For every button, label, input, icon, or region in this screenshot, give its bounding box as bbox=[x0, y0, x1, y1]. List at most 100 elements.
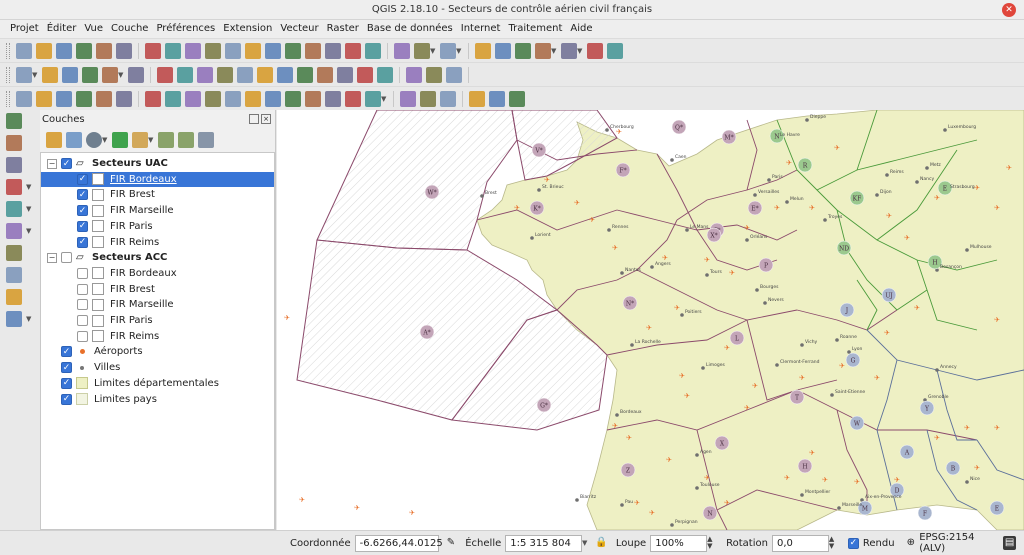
merge-features-button[interactable] bbox=[325, 90, 341, 107]
add-group-button[interactable] bbox=[66, 132, 82, 148]
menu-extension[interactable]: Extension bbox=[219, 20, 276, 38]
layer-visibility-checkbox[interactable] bbox=[77, 330, 88, 342]
add-wms-button[interactable]: ▼ bbox=[0, 198, 40, 220]
layer-row-acc-paris[interactable]: FIR Paris bbox=[41, 313, 274, 328]
chevron-down-icon[interactable]: ▼ bbox=[381, 95, 389, 103]
menu-base-de-donnees[interactable]: Base de données bbox=[363, 20, 457, 38]
chevron-down-icon[interactable]: ▼ bbox=[26, 205, 34, 213]
close-window-button[interactable]: ✕ bbox=[1002, 3, 1016, 17]
refresh-button[interactable] bbox=[365, 42, 381, 59]
layer-row-acc-reims[interactable]: FIR Reims bbox=[41, 329, 274, 344]
chevron-down-icon[interactable]: ▼ bbox=[102, 136, 110, 144]
map-canvas[interactable]: ✈ ✈ ✈ ✈ ✈ ✈ ✈ ✈ ✈ ✈ ✈ ✈ ✈ ✈ ✈ ✈ ✈ ✈ ✈ ✈ ✈ ✈ ✈ ✈ ✈ ✈ ✈ ✈ ✈ ✈ ✈ ✈ ✈ ✈ ✈ ✈ ✈ ✈ ✈ ✈… bbox=[277, 110, 1024, 530]
layer-row-aeroports[interactable]: ✓ Aéroports bbox=[41, 344, 274, 359]
layer-visibility-checkbox[interactable]: ✓ bbox=[77, 189, 88, 201]
zoom-next-button[interactable] bbox=[305, 42, 321, 59]
menu-editer[interactable]: Éditer bbox=[43, 20, 81, 38]
layer-visibility-checkbox[interactable]: ✓ bbox=[61, 393, 72, 405]
layer-styling-button[interactable] bbox=[46, 132, 62, 148]
collapse-all-button[interactable] bbox=[178, 132, 194, 148]
close-panel-button[interactable]: × bbox=[261, 114, 271, 124]
zoom-last-button[interactable] bbox=[285, 42, 301, 59]
lock-scale-icon[interactable]: 🔒 bbox=[595, 536, 608, 550]
menu-raster[interactable]: Raster bbox=[323, 20, 363, 38]
layer-row-villes[interactable]: ✓ Villes bbox=[41, 360, 274, 375]
expand-toggle-icon[interactable]: − bbox=[47, 252, 57, 263]
chevron-down-icon[interactable]: ▼ bbox=[148, 136, 156, 144]
save-as-button[interactable] bbox=[76, 42, 92, 59]
zoom-to-layer-button[interactable] bbox=[265, 42, 281, 59]
paste-features-button[interactable] bbox=[217, 66, 233, 83]
change-label-button[interactable] bbox=[377, 66, 393, 83]
expand-all-button[interactable] bbox=[158, 132, 174, 148]
chevron-down-icon[interactable]: ▼ bbox=[26, 227, 34, 235]
label-button[interactable] bbox=[237, 66, 253, 83]
node-tool-button[interactable] bbox=[128, 66, 144, 83]
align-bottom-button[interactable] bbox=[469, 90, 485, 107]
diagram-button[interactable] bbox=[257, 66, 273, 83]
chevron-down-icon[interactable]: ▼ bbox=[551, 47, 559, 55]
new-layer-button[interactable] bbox=[0, 286, 40, 308]
menu-preferences[interactable]: Préférences bbox=[152, 20, 219, 38]
layer-visibility-checkbox[interactable]: ✓ bbox=[77, 173, 88, 185]
move-feature-button[interactable] bbox=[102, 66, 118, 83]
scale-field[interactable]: 1:5 315 804 bbox=[505, 534, 582, 552]
offset-curve-button[interactable] bbox=[265, 90, 281, 107]
cut-features-button[interactable] bbox=[177, 66, 193, 83]
show-labels-button[interactable] bbox=[317, 66, 333, 83]
crs-status[interactable]: EPSG:2154 (ALV) bbox=[919, 532, 995, 554]
annotation-button[interactable] bbox=[561, 42, 577, 59]
layer-visibility-checkbox[interactable] bbox=[61, 252, 72, 264]
menu-vue[interactable]: Vue bbox=[80, 20, 107, 38]
add-delimited-text-button[interactable] bbox=[0, 242, 40, 264]
add-raster-button[interactable] bbox=[0, 132, 40, 154]
new-shapefile-button[interactable]: ▼ bbox=[0, 308, 40, 330]
bookmarks-button[interactable] bbox=[345, 42, 361, 59]
add-part-button[interactable] bbox=[165, 90, 181, 107]
add-wfs-button[interactable]: ▼ bbox=[0, 220, 40, 242]
rotate-label-button[interactable] bbox=[357, 66, 373, 83]
toolbar-handle[interactable] bbox=[6, 90, 10, 107]
split-parts-button[interactable] bbox=[305, 90, 321, 107]
scale-chevron-down-icon[interactable]: ▼ bbox=[582, 539, 589, 547]
chevron-down-icon[interactable]: ▼ bbox=[118, 71, 126, 79]
identify-button[interactable] bbox=[394, 42, 410, 59]
layer-visibility-checkbox[interactable] bbox=[77, 315, 88, 326]
chevron-down-icon[interactable]: ▼ bbox=[456, 47, 464, 55]
add-virtual-layer-button[interactable] bbox=[0, 264, 40, 286]
coordinate-field[interactable]: -6.6266,44.0125 bbox=[354, 534, 443, 552]
pan-to-selection-button[interactable] bbox=[165, 42, 181, 59]
attribute-table-button[interactable] bbox=[475, 42, 491, 59]
rotate-feature-button[interactable] bbox=[96, 90, 112, 107]
add-feature-button[interactable] bbox=[82, 66, 98, 83]
layer-row-uac-reims[interactable]: ✓ FIR Reims bbox=[41, 235, 274, 250]
float-panel-button[interactable] bbox=[249, 114, 259, 124]
layer-row-uac-paris[interactable]: ✓ FIR Paris bbox=[41, 219, 274, 234]
layer-row-uac-brest[interactable]: ✓ FIR Brest bbox=[41, 187, 274, 202]
layer-row-acc[interactable]: − ▱ Secteurs ACC bbox=[41, 250, 274, 265]
select-features-button[interactable] bbox=[414, 42, 430, 59]
distribute-button[interactable] bbox=[489, 90, 505, 107]
simplify-feature-button[interactable] bbox=[116, 90, 132, 107]
add-spatialite-button[interactable] bbox=[0, 154, 40, 176]
messages-icon[interactable]: ▤ bbox=[1003, 536, 1016, 550]
delete-selected-button[interactable] bbox=[157, 66, 173, 83]
layer-visibility-checkbox[interactable]: ✓ bbox=[61, 362, 72, 374]
zoom-spinner-icon[interactable]: ▲ ▼ bbox=[707, 536, 716, 550]
rotation-field[interactable]: 0,0 bbox=[771, 534, 829, 552]
filter-legend-button[interactable] bbox=[112, 132, 128, 148]
menu-vecteur[interactable]: Vecteur bbox=[276, 20, 322, 38]
fill-ring-button[interactable] bbox=[185, 90, 201, 107]
save-edits-button[interactable] bbox=[62, 66, 78, 83]
chevron-down-icon[interactable]: ▼ bbox=[577, 47, 585, 55]
menu-internet[interactable]: Internet bbox=[457, 20, 505, 38]
new-print-composer-button[interactable] bbox=[96, 42, 112, 59]
manage-visibility-button[interactable] bbox=[86, 132, 102, 148]
remove-layer-button[interactable] bbox=[198, 132, 214, 148]
chevron-down-icon[interactable]: ▼ bbox=[26, 183, 34, 191]
open-project-button[interactable] bbox=[36, 42, 52, 59]
layer-row-limites-dep[interactable]: ✓ Limites départementales bbox=[41, 376, 274, 391]
layer-visibility-checkbox[interactable]: ✓ bbox=[77, 236, 88, 248]
menu-couche[interactable]: Couche bbox=[107, 20, 152, 38]
align-top-button[interactable] bbox=[440, 90, 456, 107]
